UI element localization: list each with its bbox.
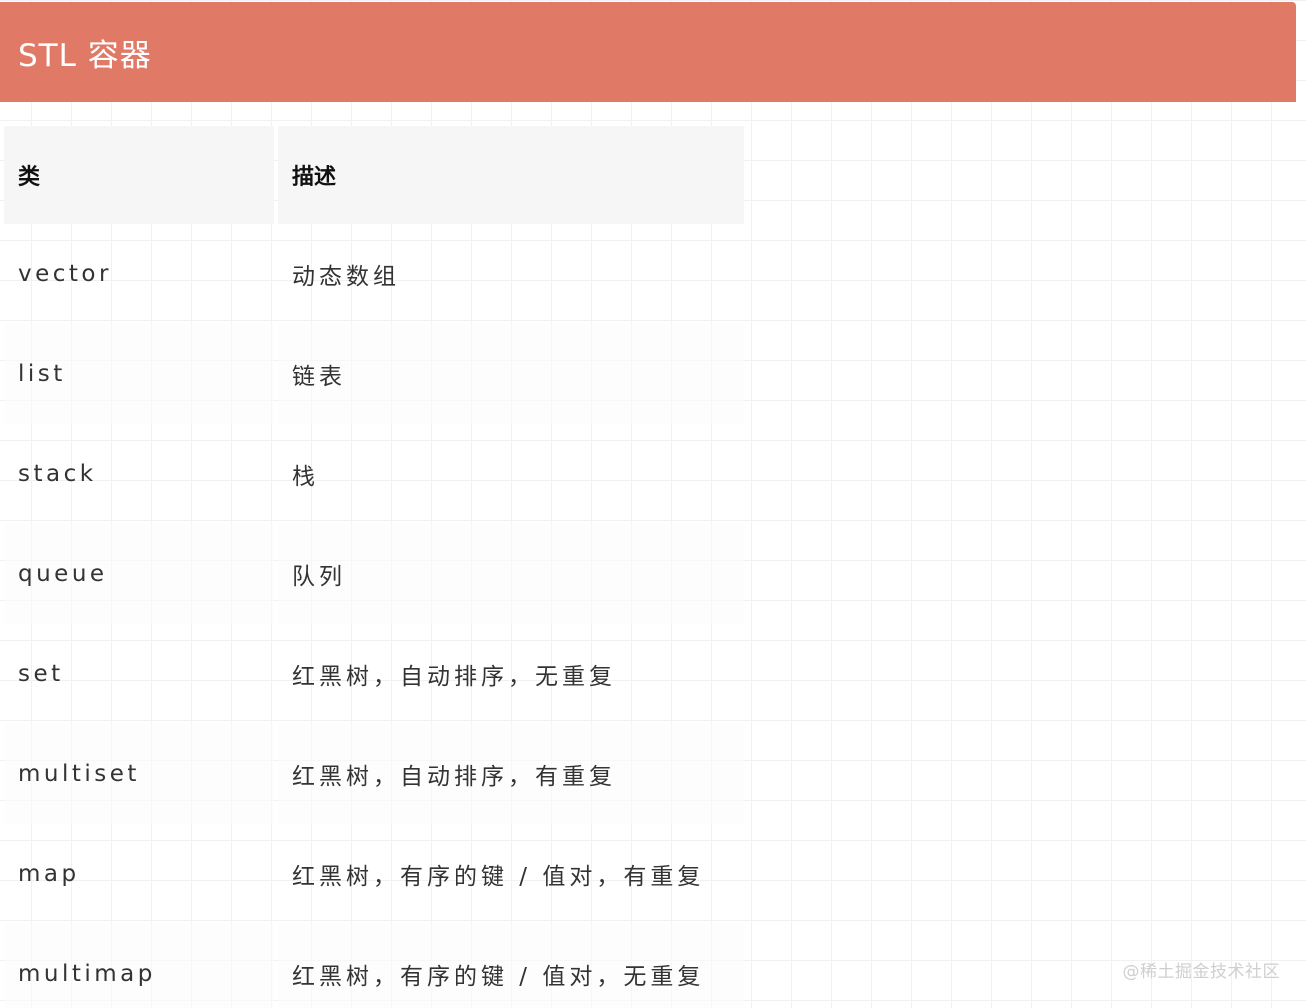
watermark: @稀土掘金技术社区 bbox=[1122, 962, 1280, 982]
table-row: set 红黑树，自动排序，无重复 bbox=[4, 624, 744, 724]
cell-class: map bbox=[18, 861, 80, 887]
cell-description: 红黑树，自动排序，无重复 bbox=[292, 664, 616, 690]
page-title: STL 容器 bbox=[18, 37, 152, 74]
column-header-class: 类 bbox=[4, 126, 274, 224]
table-row: vector 动态数组 bbox=[4, 224, 744, 324]
cell-description: 动态数组 bbox=[292, 264, 400, 290]
cell-class: queue bbox=[4, 524, 274, 624]
cell-class: set bbox=[18, 661, 64, 687]
cell-description: 红黑树，有序的键 / 值对，无重复 bbox=[278, 924, 744, 1008]
cell-class: multiset bbox=[4, 724, 274, 824]
cell-description: 链表 bbox=[278, 324, 744, 424]
table-row: stack 栈 bbox=[4, 424, 744, 524]
cell-class: stack bbox=[18, 461, 97, 487]
table-row: multiset 红黑树，自动排序，有重复 bbox=[4, 724, 744, 824]
stl-container-table: 类 描述 vector 动态数组 list 链表 stack 栈 queue 队… bbox=[0, 126, 748, 1008]
cell-class: list bbox=[4, 324, 274, 424]
cell-description: 红黑树，有序的键 / 值对，有重复 bbox=[292, 864, 705, 890]
cell-class: multimap bbox=[4, 924, 274, 1008]
cell-class: vector bbox=[18, 261, 112, 287]
table-header-row: 类 描述 bbox=[4, 126, 744, 224]
container-table-wrapper: 类 描述 vector 动态数组 list 链表 stack 栈 queue 队… bbox=[4, 126, 744, 1008]
table-row: multimap 红黑树，有序的键 / 值对，无重复 bbox=[4, 924, 744, 1008]
cell-description: 队列 bbox=[278, 524, 744, 624]
table-row: queue 队列 bbox=[4, 524, 744, 624]
table-row: map 红黑树，有序的键 / 值对，有重复 bbox=[4, 824, 744, 924]
cell-description: 红黑树，自动排序，有重复 bbox=[278, 724, 744, 824]
column-header-description: 描述 bbox=[278, 126, 744, 224]
cell-description: 栈 bbox=[292, 464, 319, 490]
table-row: list 链表 bbox=[4, 324, 744, 424]
title-bar: STL 容器 bbox=[0, 2, 1296, 102]
